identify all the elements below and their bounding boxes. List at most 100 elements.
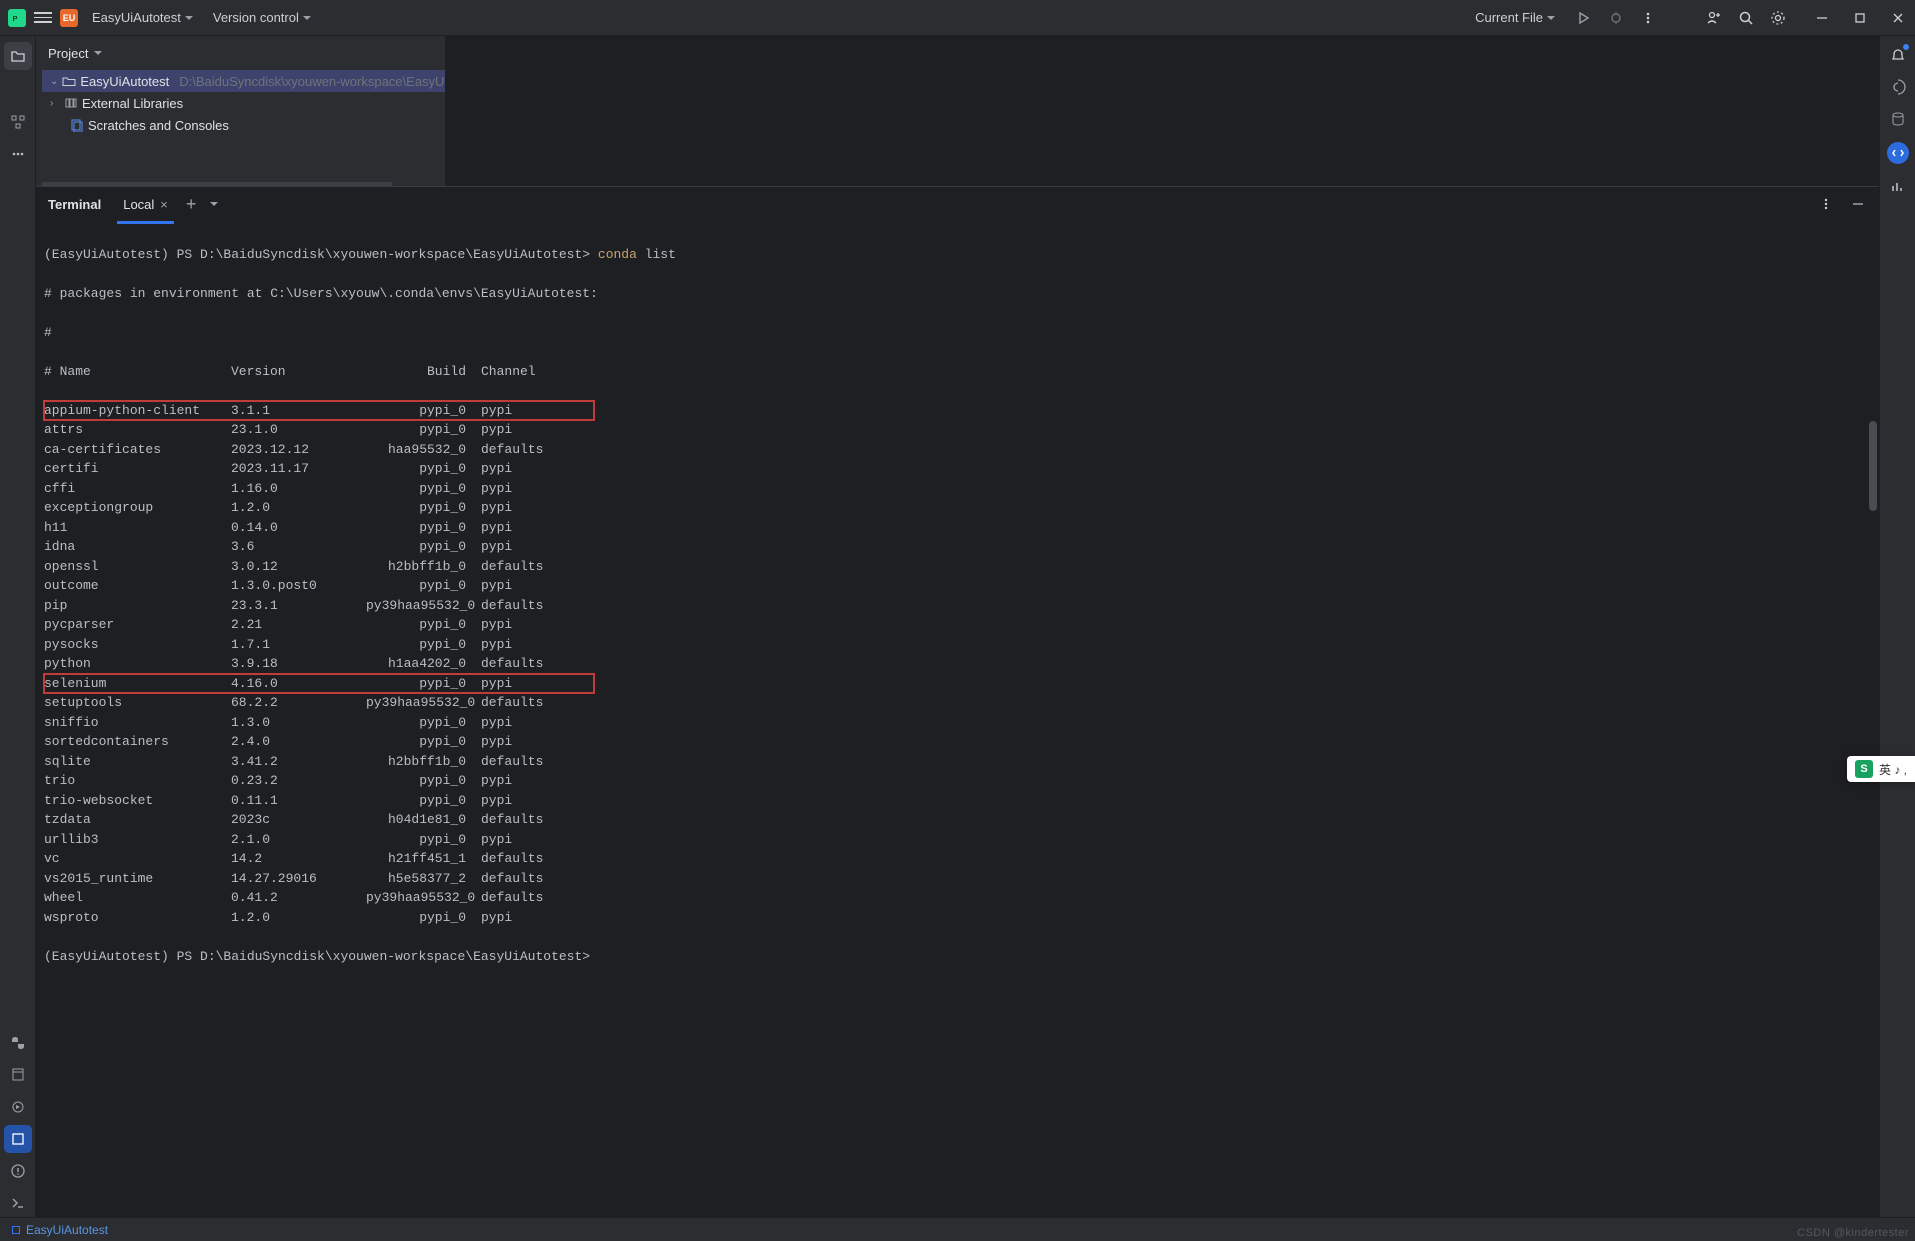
package-row: selenium4.16.0pypi_0pypi <box>44 674 594 694</box>
package-row: cffi1.16.0pypi_0pypi <box>44 479 1871 499</box>
python-console-icon[interactable] <box>4 1029 32 1057</box>
todo-icon[interactable] <box>4 1125 32 1153</box>
vcs-label: Version control <box>213 10 299 25</box>
chevron-down-icon[interactable] <box>94 51 102 55</box>
package-row: python3.9.18h1aa4202_0defaults <box>44 654 1871 674</box>
more-icon[interactable] <box>1639 9 1657 27</box>
package-row: appium-python-client3.1.1pypi_0pypi <box>44 401 594 421</box>
code-with-me-icon[interactable] <box>1705 9 1723 27</box>
package-row: sortedcontainers2.4.0pypi_0pypi <box>44 732 1871 752</box>
database-icon[interactable] <box>1889 110 1907 128</box>
tree-root-label: EasyUiAutotest <box>80 74 169 89</box>
package-row: urllib32.1.0pypi_0pypi <box>44 830 1871 850</box>
scratches-label: Scratches and Consoles <box>88 118 229 133</box>
package-row: vc14.2h21ff451_1defaults <box>44 849 1871 869</box>
minimize-icon[interactable] <box>1813 9 1831 27</box>
more-tools-icon[interactable] <box>4 140 32 168</box>
cmd-list: list <box>637 247 676 262</box>
debug-icon[interactable] <box>1607 9 1625 27</box>
run-config-label: Current File <box>1475 10 1543 25</box>
package-row: h110.14.0pypi_0pypi <box>44 518 1871 538</box>
package-row: ca-certificates2023.12.12haa95532_0defau… <box>44 440 1871 460</box>
tree-scratches-row[interactable]: Scratches and Consoles <box>42 114 445 136</box>
structure-tool-icon[interactable] <box>4 108 32 136</box>
ime-popup[interactable]: S 英 ♪ , <box>1847 756 1915 782</box>
module-icon <box>12 1226 20 1234</box>
collapse-arrow-icon[interactable]: ⌄ <box>50 76 58 87</box>
package-row: sniffio1.3.0pypi_0pypi <box>44 713 1871 733</box>
right-tool-strip <box>1879 36 1915 1217</box>
package-row: wheel0.41.2py39haa95532_0defaults <box>44 888 1871 908</box>
project-switcher[interactable]: EasyUiAutotest <box>86 6 199 29</box>
prompt-line-2: (EasyUiAutotest) PS D:\BaiduSyncdisk\xyo… <box>44 947 1871 967</box>
package-row: setuptools68.2.2py39haa95532_0defaults <box>44 693 1871 713</box>
vcs-menu[interactable]: Version control <box>207 6 317 29</box>
watermark-text: CSDN @kindertester <box>1797 1227 1909 1239</box>
run-icon[interactable] <box>1575 9 1593 27</box>
package-row: attrs23.1.0pypi_0pypi <box>44 420 1871 440</box>
main-menu-icon[interactable] <box>34 9 52 27</box>
left-tool-strip <box>0 36 36 1217</box>
ai-chat-icon[interactable] <box>1887 142 1909 164</box>
package-row: tzdata2023ch04d1e81_0defaults <box>44 810 1871 830</box>
search-icon[interactable] <box>1737 9 1755 27</box>
tree-external-row[interactable]: › External Libraries <box>42 92 445 114</box>
project-tree-panel: Project ⌄ EasyUiAutotest D:\BaiduSyncdis… <box>36 36 446 186</box>
app-icon: P <box>8 9 26 27</box>
ai-assistant-icon[interactable] <box>1889 78 1907 96</box>
terminal-tab-label: Local <box>123 197 154 212</box>
chevron-down-icon <box>1547 16 1555 20</box>
chevron-down-icon[interactable] <box>210 202 218 206</box>
prompt-line: (EasyUiAutotest) PS D:\BaiduSyncdisk\xyo… <box>44 247 598 262</box>
terminal-more-icon[interactable] <box>1817 195 1835 213</box>
statusbar-project[interactable]: EasyUiAutotest <box>12 1223 108 1237</box>
add-terminal-icon[interactable]: + <box>186 194 197 215</box>
title-bar: P EU EasyUiAutotest Version control Curr… <box>0 0 1915 36</box>
notifications-icon[interactable] <box>1889 46 1907 64</box>
hash-line: # <box>44 323 1871 343</box>
tree-root-path: D:\BaiduSyncdisk\xyouwen-workspace\EasyU… <box>179 74 445 89</box>
package-row: pysocks1.7.1pypi_0pypi <box>44 635 1871 655</box>
package-row: trio0.23.2pypi_0pypi <box>44 771 1871 791</box>
tree-root-row[interactable]: ⌄ EasyUiAutotest D:\BaiduSyncdisk\xyouwe… <box>42 70 445 92</box>
package-row: vs2015_runtime14.27.29016h5e58377_2defau… <box>44 869 1871 889</box>
main-area: Project ⌄ EasyUiAutotest D:\BaiduSyncdis… <box>36 36 1879 1217</box>
chevron-down-icon <box>185 16 193 20</box>
chevron-down-icon <box>303 16 311 20</box>
env-line: # packages in environment at C:\Users\xy… <box>44 284 1871 304</box>
package-row: certifi2023.11.17pypi_0pypi <box>44 459 1871 479</box>
package-row: outcome1.3.0.post0pypi_0pypi <box>44 576 1871 596</box>
close-icon[interactable] <box>1889 9 1907 27</box>
python-packages-icon[interactable] <box>4 1061 32 1089</box>
editor-empty-area <box>446 36 1879 186</box>
statusbar-project-label: EasyUiAutotest <box>26 1223 108 1237</box>
package-row: wsproto1.2.0pypi_0pypi <box>44 908 1871 928</box>
ime-badge-icon: S <box>1855 760 1873 778</box>
expand-arrow-icon[interactable]: › <box>50 98 60 109</box>
pkg-header: # NameVersionBuildChannel <box>44 362 1871 382</box>
package-row: idna3.6pypi_0pypi <box>44 537 1871 557</box>
project-tool-icon[interactable] <box>4 42 32 70</box>
terminal-tab-local[interactable]: Local × <box>119 193 172 216</box>
maximize-icon[interactable] <box>1851 9 1869 27</box>
sci-mode-icon[interactable] <box>1889 178 1907 196</box>
settings-icon[interactable] <box>1769 9 1787 27</box>
close-tab-icon[interactable]: × <box>160 197 168 212</box>
package-row: pip23.3.1py39haa95532_0defaults <box>44 596 1871 616</box>
folder-icon <box>62 74 76 88</box>
package-row: openssl3.0.12h2bbff1b_0defaults <box>44 557 1871 577</box>
run-config-selector[interactable]: Current File <box>1469 6 1561 29</box>
terminal-output[interactable]: (EasyUiAutotest) PS D:\BaiduSyncdisk\xyo… <box>36 221 1879 1217</box>
project-badge-icon: EU <box>60 9 78 27</box>
hide-terminal-icon[interactable] <box>1849 195 1867 213</box>
terminal-tool-icon[interactable] <box>4 1189 32 1217</box>
package-row: trio-websocket0.11.1pypi_0pypi <box>44 791 1871 811</box>
terminal-title: Terminal <box>48 197 101 212</box>
services-icon[interactable] <box>4 1093 32 1121</box>
terminal-scrollbar[interactable] <box>1869 421 1877 511</box>
terminal-panel: Terminal Local × + (EasyUiAutotest) PS D… <box>36 186 1879 1217</box>
ime-text: 英 ♪ , <box>1879 761 1907 778</box>
problems-icon[interactable] <box>4 1157 32 1185</box>
package-row: exceptiongroup1.2.0pypi_0pypi <box>44 498 1871 518</box>
package-row: sqlite3.41.2h2bbff1b_0defaults <box>44 752 1871 772</box>
